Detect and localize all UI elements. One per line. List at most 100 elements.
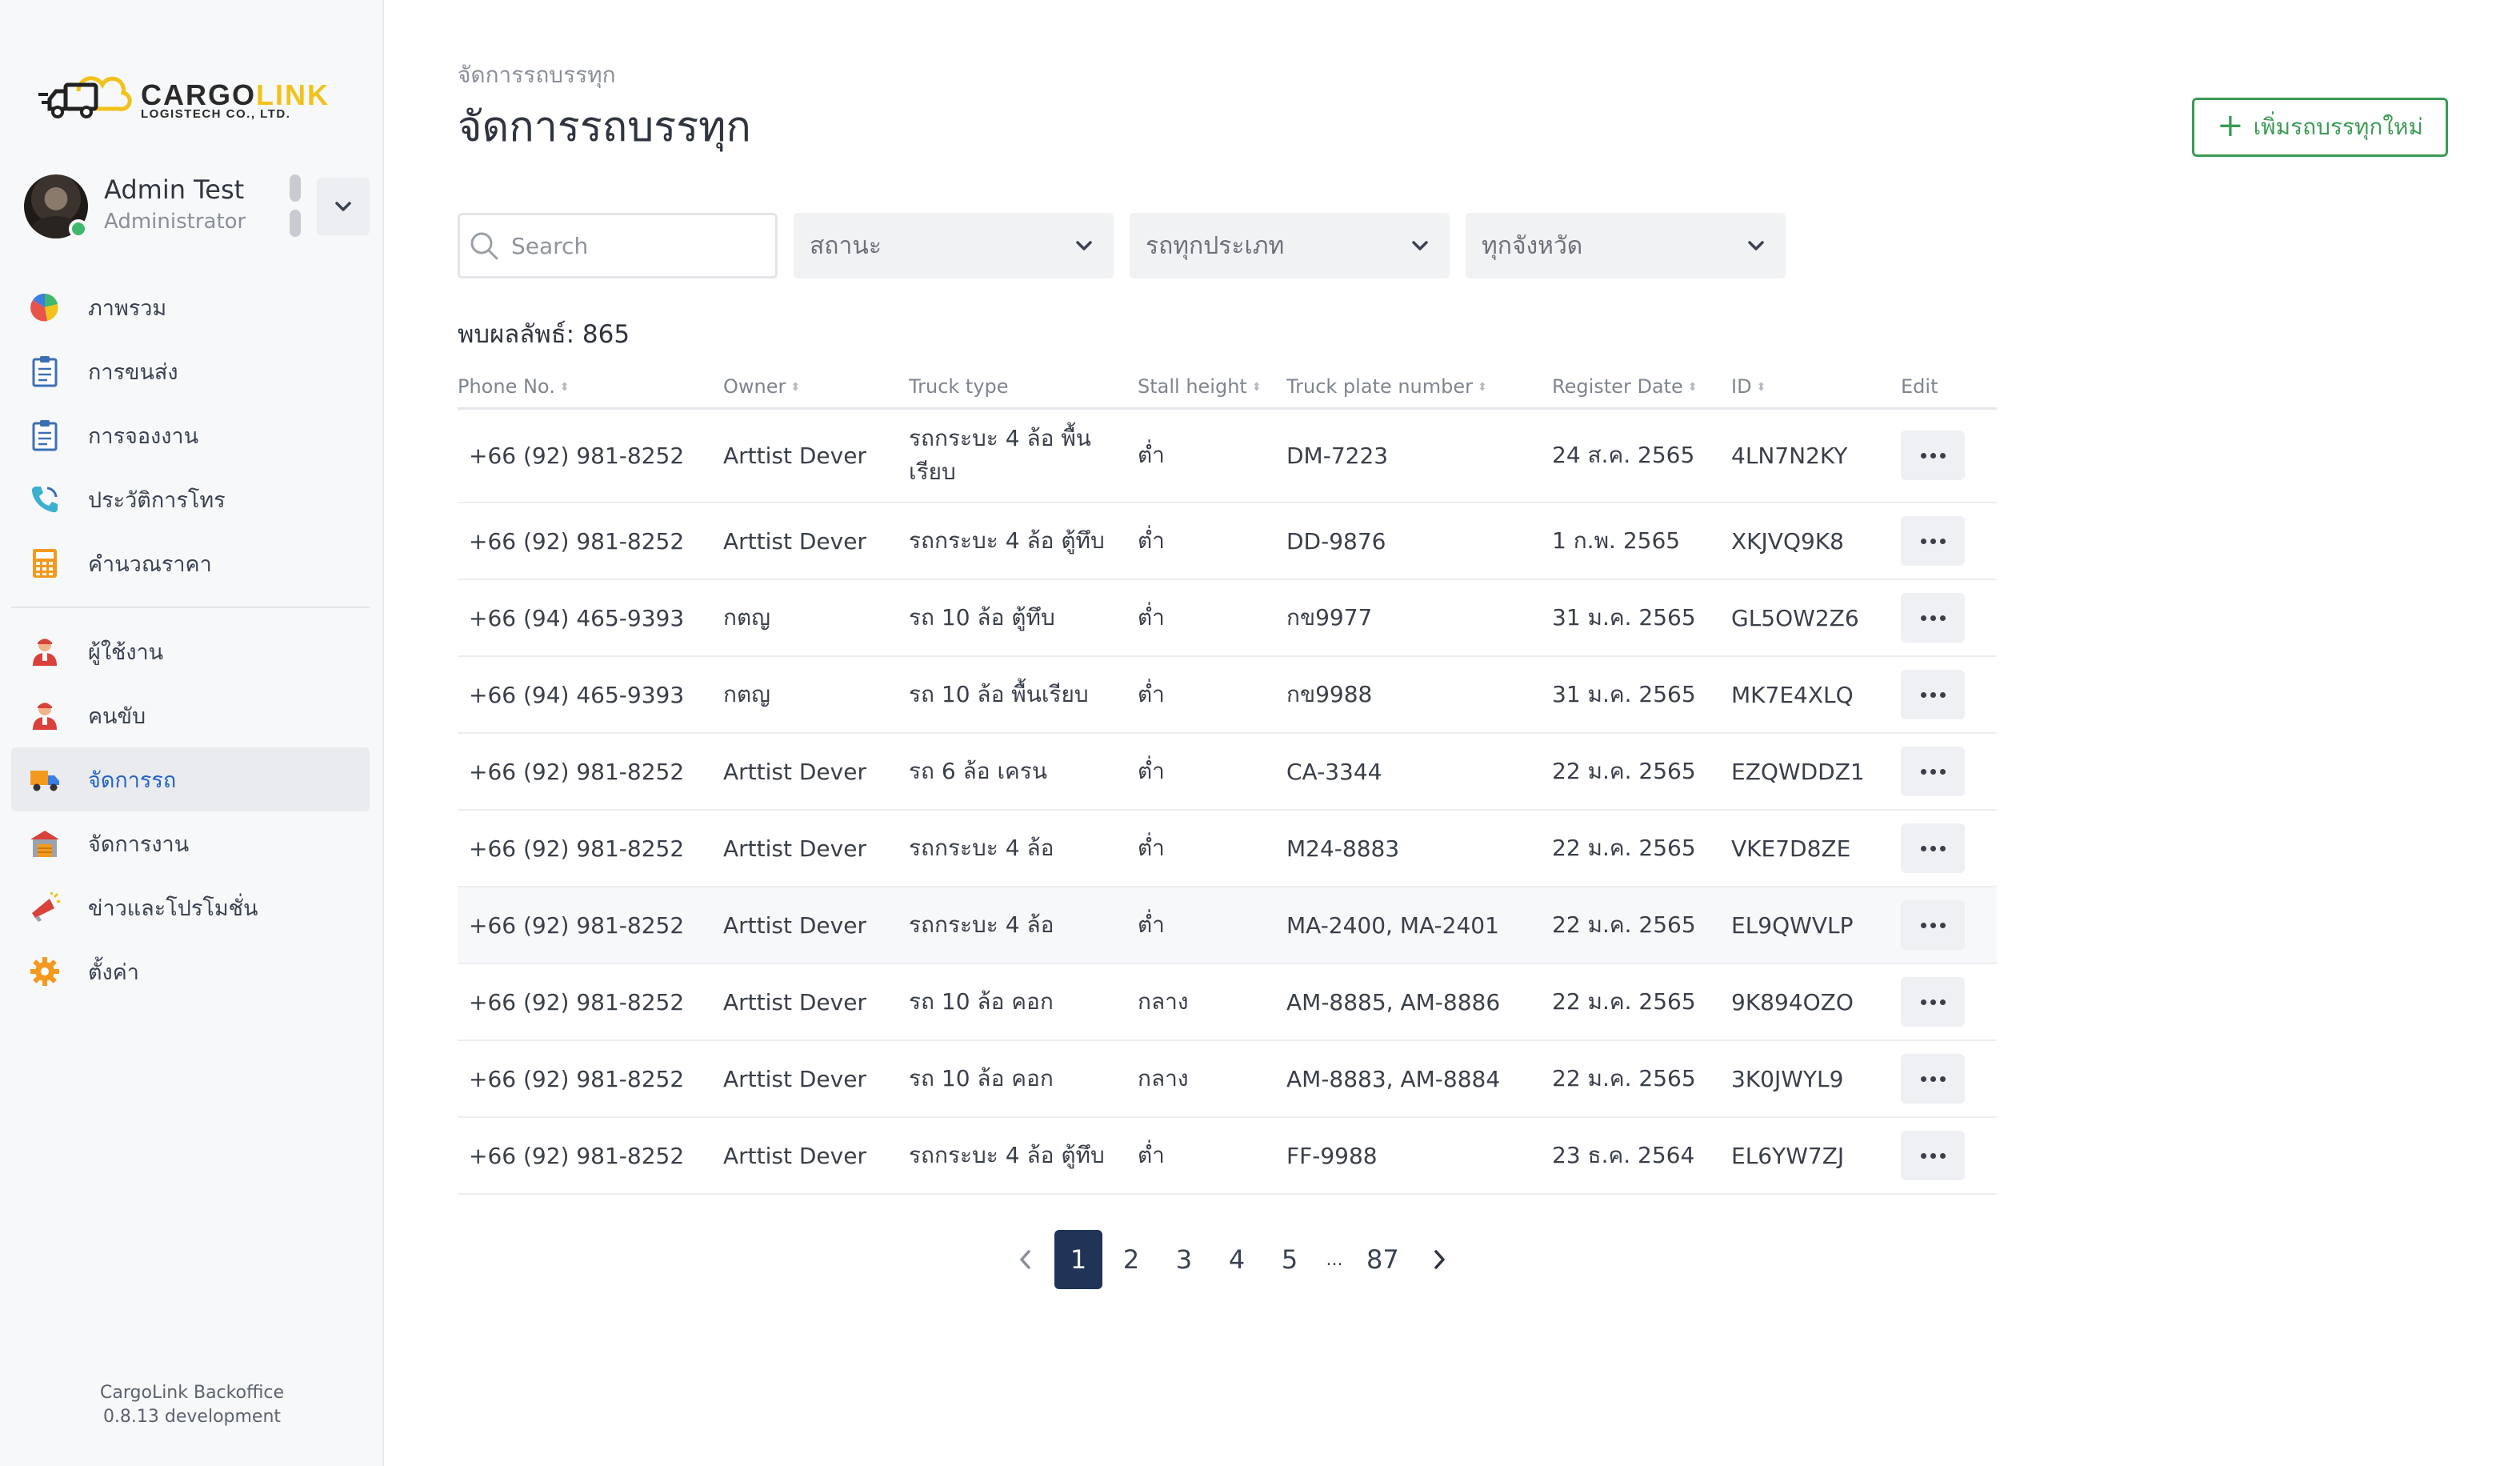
sidebar-item-label: ประวัติการโทร [88,487,226,513]
driver-icon [29,699,61,731]
sidebar-item-label: ตั้งค่า [88,959,139,985]
logo-subtitle: LOGISTECH CO., LTD. [141,107,291,121]
clipboard-icon [29,355,61,387]
table-row[interactable]: +66 (92) 981-8252 Arttist Dever รถกระบะ … [458,503,1997,580]
calculator-icon [29,547,61,579]
sidebar-item-call-history[interactable]: ประวัติการโทร [11,467,370,531]
cell-stall-height: ต่ำ [1138,733,1286,811]
phone-icon [29,483,61,515]
cell-phone: +66 (92) 981-8252 [458,408,723,503]
status-select-value: สถานะ [810,231,882,260]
cell-plate: DM-7223 [1286,408,1552,503]
page-button-2[interactable]: 2 [1107,1230,1155,1289]
column-header-phone[interactable]: Phone No. ⬍ [458,366,723,410]
sidebar-item-shipping[interactable]: การขนส่ง [11,339,370,403]
cell-register-date: 22 ม.ค. 2565 [1552,810,1731,887]
column-header-plate[interactable]: Truck plate number ⬍ [1286,366,1552,410]
profile-role: Administrator [104,210,246,234]
column-header-owner[interactable]: Owner ⬍ [723,366,909,410]
cell-phone: +66 (92) 981-8252 [458,1117,723,1195]
cell-id: GL5OW2Z6 [1731,579,1901,657]
clipboard-icon [29,419,61,451]
page-button-4[interactable]: 4 [1213,1230,1261,1289]
status-select[interactable]: สถานะ [794,213,1114,278]
sort-icon: ⬍ [1251,381,1262,395]
table-row[interactable]: +66 (92) 981-8252 Arttist Dever รถกระบะ … [458,887,1997,964]
cell-owner: กตญ [723,656,909,734]
chevron-down-icon [1748,241,1764,250]
column-header-id[interactable]: ID ⬍ [1731,366,1901,410]
megaphone-icon [29,891,61,923]
page-button-last[interactable]: 87 [1355,1230,1410,1289]
page-button-3[interactable]: 3 [1160,1230,1208,1289]
sidebar-item-label: จัดการรถ [88,767,177,793]
add-truck-button[interactable]: + เพิ่มรถบรรทุกใหม่ [2192,98,2448,157]
results-count: พบผลลัพธ์: 865 [458,320,630,349]
cell-edit [1901,887,1997,964]
cargolink-logo[interactable]: CARGOLINK LOGISTECH CO., LTD. [38,67,342,125]
row-actions-button[interactable] [1901,431,1965,481]
page-button-1[interactable]: 1 [1054,1230,1102,1289]
cell-stall-height: ต่ำ [1138,1117,1286,1195]
cell-register-date: 31 ม.ค. 2565 [1552,579,1731,657]
cell-edit [1901,656,1997,734]
profile-menu-toggle[interactable] [317,178,370,235]
sidebar-item-booking[interactable]: การจองงาน [11,403,370,467]
table-row[interactable]: +66 (92) 981-8252 Arttist Dever รถกระบะ … [458,1117,1997,1195]
page-button-5[interactable]: 5 [1266,1230,1314,1289]
cell-owner: Arttist Dever [723,963,909,1041]
cell-edit [1901,810,1997,887]
cell-register-date: 23 ธ.ค. 2564 [1552,1117,1731,1195]
sidebar-item-price-calculator[interactable]: คำนวณราคา [11,531,370,595]
row-actions-button[interactable] [1901,977,1965,1027]
sidebar-item-overview[interactable]: ภาพรวม [11,275,370,339]
row-actions-button[interactable] [1901,823,1965,873]
row-actions-button[interactable] [1901,900,1965,950]
table-row[interactable]: +66 (92) 981-8252 Arttist Dever รถ 10 ล้… [458,1040,1997,1118]
truck-type-select[interactable]: รถทุกประเภท [1130,213,1450,278]
sidebar-item-settings[interactable]: ตั้งค่า [11,939,370,1003]
cell-owner: กตญ [723,579,909,657]
cell-stall-height: ต่ำ [1138,810,1286,887]
cell-register-date: 24 ส.ค. 2565 [1552,408,1731,503]
search-input[interactable] [511,232,751,259]
table-row[interactable]: +66 (94) 465-9393 กตญ รถ 10 ล้อ ตู้ทึบ ต… [458,579,1997,657]
prev-page-button[interactable] [1002,1230,1050,1289]
cell-edit [1901,963,1997,1041]
cell-id: XKJVQ9K8 [1731,503,1901,580]
sidebar-item-manage-trucks[interactable]: จัดการรถ [11,747,370,811]
row-actions-button[interactable] [1901,593,1965,643]
column-header-register-date[interactable]: Register Date ⬍ [1552,366,1731,410]
sidebar-scrollbar[interactable] [290,174,302,238]
chevron-down-icon [1076,241,1092,250]
row-actions-button[interactable] [1901,670,1965,719]
column-header-truck-type: Truck type [909,366,1138,410]
table-row[interactable]: +66 (92) 981-8252 Arttist Dever รถ 10 ล้… [458,963,1997,1041]
table-row[interactable]: +66 (94) 465-9393 กตญ รถ 10 ล้อ พื้นเรีย… [458,656,1997,734]
sidebar-item-news-promotions[interactable]: ข่าวและโปรโมชั่น [11,875,370,939]
sidebar-item-manage-jobs[interactable]: จัดการงาน [11,811,370,875]
table-row[interactable]: +66 (92) 981-8252 Arttist Dever รถกระบะ … [458,408,1997,503]
chevron-down-icon [1412,241,1428,250]
table-row[interactable]: +66 (92) 981-8252 Arttist Dever รถ 6 ล้อ… [458,733,1997,811]
user-icon [29,635,61,667]
table-row[interactable]: +66 (92) 981-8252 Arttist Dever รถกระบะ … [458,810,1997,887]
cell-truck-type: รถ 10 ล้อ พื้นเรียบ [909,656,1138,734]
sidebar-item-users[interactable]: ผู้ใช้งาน [11,619,370,683]
cell-owner: Arttist Dever [723,503,909,580]
truck-logo-icon [38,76,132,118]
filter-bar: สถานะ รถทุกประเภท ทุกจังหวัด [458,213,1786,278]
column-header-stall-height[interactable]: Stall height ⬍ [1138,366,1286,410]
row-actions-button[interactable] [1901,516,1965,566]
breadcrumb[interactable]: จัดการรถบรรทุก [458,58,616,93]
search-field[interactable] [458,213,778,278]
cell-truck-type: รถกระบะ 4 ล้อ [909,887,1138,964]
province-select[interactable]: ทุกจังหวัด [1466,213,1786,278]
sidebar-item-drivers[interactable]: คนขับ [11,683,370,747]
row-actions-button[interactable] [1901,1131,1965,1180]
sidebar-item-label: จัดการงาน [88,831,190,857]
row-actions-button[interactable] [1901,747,1965,796]
next-page-button[interactable] [1415,1230,1463,1289]
row-actions-button[interactable] [1901,1054,1965,1104]
search-icon [470,232,498,260]
